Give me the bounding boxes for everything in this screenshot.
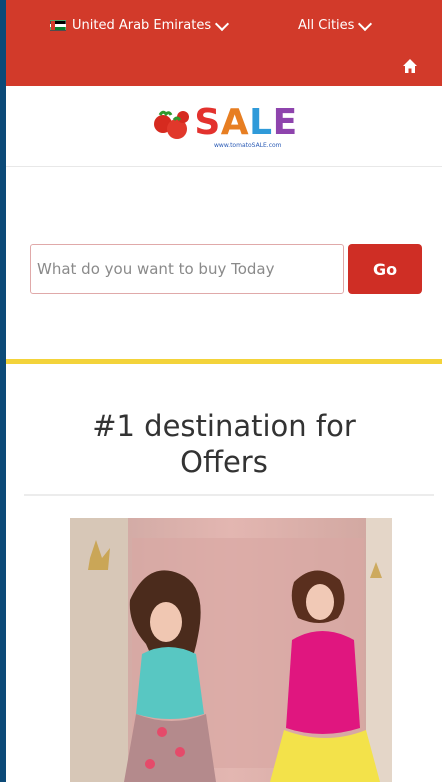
page-headline: #1 destination for Offers (92, 409, 356, 479)
logo-letter: L (249, 102, 273, 143)
city-selector[interactable]: All Cities (298, 16, 373, 33)
logo-subtext: www.tomatoSALE.com (214, 142, 282, 149)
logo-area: S A L E www.tomatoSALE.com (6, 92, 442, 154)
home-icon[interactable] (402, 58, 418, 74)
chevron-down-icon (215, 16, 230, 31)
flag-icon (50, 20, 66, 31)
search-input[interactable] (30, 244, 344, 294)
logo-text: S A L E (194, 105, 297, 141)
app-frame: United Arab Emirates All Cities S A L E … (6, 0, 442, 782)
header-divider (6, 166, 442, 167)
city-label: All Cities (298, 18, 355, 33)
tomato-logo-icon (154, 110, 190, 139)
logo-letter: S (194, 102, 221, 143)
logo-letter: E (272, 102, 298, 143)
chevron-down-icon (358, 16, 373, 31)
go-button[interactable]: Go (348, 244, 422, 294)
section-divider (6, 359, 442, 364)
country-label: United Arab Emirates (72, 18, 212, 33)
promo-image[interactable] (70, 518, 392, 782)
logo-letter: A (220, 102, 250, 143)
headline-divider (24, 494, 434, 496)
top-bar: United Arab Emirates All Cities (6, 0, 442, 86)
site-logo[interactable]: S A L E (150, 102, 297, 144)
country-selector[interactable]: United Arab Emirates (50, 16, 230, 33)
